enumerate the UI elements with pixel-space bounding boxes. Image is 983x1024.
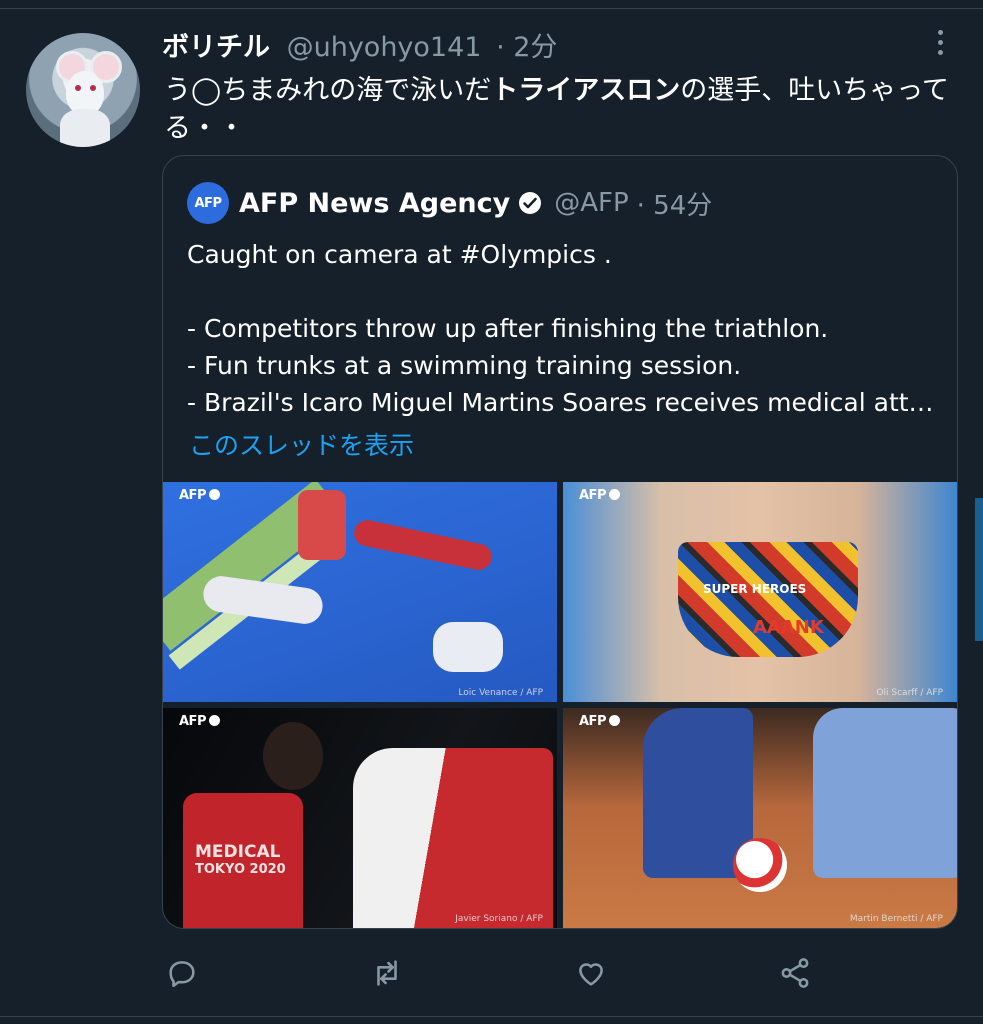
trunks-text: SUPER HEROES (703, 582, 807, 596)
tweet-text: う◯ちまみれの海で泳いだトライアスロンの選手、吐いちゃってる・・ (164, 75, 949, 144)
tweet-header: ボリチル @uhyohyo141 · 2分 (162, 32, 557, 64)
quoted-tweet-time: · 54分 (636, 190, 713, 221)
bottom-divider (0, 1016, 983, 1017)
quoted-tweet[interactable]: AFP AFP News Agency @AFP · 54分 Caught on… (162, 155, 958, 929)
retweet-icon[interactable] (367, 950, 407, 996)
photo-tag: AFP (179, 714, 220, 729)
author-handle[interactable]: @uhyohyo141 (287, 32, 482, 63)
quoted-line: - Fun trunks at a swimming training sess… (187, 351, 742, 380)
photo-tag: AFP (579, 714, 620, 729)
photo-grid: AFP Loic Venance / AFP SUPER HEROES AAAN… (163, 482, 957, 928)
photo-credit: Oli Scarff / AFP (876, 688, 943, 698)
like-icon[interactable] (571, 950, 611, 996)
avatar[interactable] (26, 33, 140, 147)
photo-tag: AFP (179, 488, 220, 503)
reply-icon[interactable] (162, 950, 202, 996)
quoted-tweet-text: Caught on camera at #Olympics . - Compet… (187, 236, 947, 421)
photo-medical[interactable]: MEDICAL TOKYO 2020 AFP Javier Soriano / A… (163, 708, 557, 928)
quoted-line: - Competitors throw up after finishing t… (187, 314, 829, 343)
quoted-line: - Brazil's Icaro Miguel Martins Soares r… (187, 388, 934, 417)
photo-credit: Martin Bernetti / AFP (849, 914, 943, 924)
tweet-actions (0, 950, 983, 996)
more-options-icon[interactable] (932, 30, 948, 64)
trunks-text: AAANK (753, 617, 824, 638)
scrollbar[interactable] (975, 498, 983, 641)
author-name[interactable]: ボリチル (162, 32, 270, 63)
quoted-author-handle[interactable]: @AFP (554, 188, 628, 218)
tweet-time[interactable]: · 2分 (496, 32, 557, 63)
vest-text: MEDICAL TOKYO 2020 (195, 842, 286, 877)
photo-handball[interactable]: AFP Martin Bernetti / AFP (563, 708, 957, 928)
photo-credit: Javier Soriano / AFP (455, 914, 543, 924)
photo-credit: Loic Venance / AFP (458, 688, 543, 698)
quoted-line: Caught on camera at #Olympics . (187, 240, 612, 269)
photo-trunks[interactable]: SUPER HEROES AAANK AFP Oli Scarff / AFP (563, 482, 957, 702)
quoted-tweet-header: AFP AFP News Agency @AFP · 54分 (187, 182, 712, 224)
verified-badge-icon (519, 192, 542, 214)
share-icon[interactable] (775, 950, 815, 996)
photo-triathlon[interactable]: AFP Loic Venance / AFP (163, 482, 557, 702)
quoted-author-name[interactable]: AFP News Agency (239, 188, 510, 219)
photo-tag: AFP (579, 488, 620, 503)
afp-logo[interactable]: AFP (187, 182, 229, 224)
top-divider (0, 0, 983, 9)
show-thread-link[interactable]: このスレッドを表示 (189, 426, 414, 462)
